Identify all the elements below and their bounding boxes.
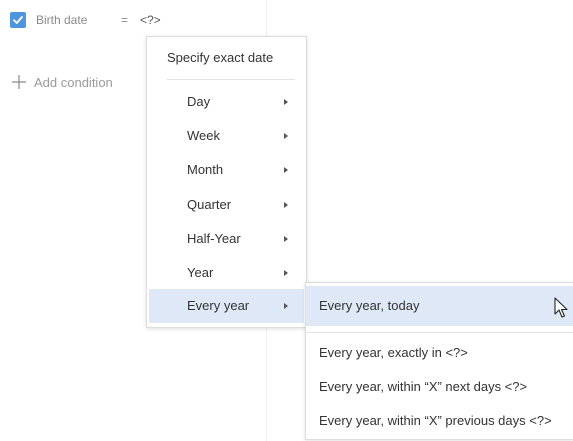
submenu-item-every-year-today[interactable]: Every year, today [306,286,573,326]
mouse-pointer-icon [554,297,568,318]
condition-row: Birth date = <?> [0,12,260,30]
chevron-right-icon [284,202,288,208]
menu-item-label: Month [187,162,224,177]
add-condition-button[interactable]: Add condition [10,73,150,93]
chevron-right-icon [284,99,288,105]
plus-icon [12,75,26,89]
condition-operator[interactable]: = [121,13,128,27]
submenu-item-every-year-previous-days[interactable]: Every year, within “X” previous days <?> [306,404,573,438]
menu-item-specify-exact-date[interactable]: Specify exact date [147,37,306,78]
chevron-right-icon [284,236,288,242]
menu-item-day[interactable]: Day [149,85,304,119]
menu-item-label: Half-Year [187,231,241,246]
menu-item-label: Week [187,128,220,143]
chevron-right-icon [284,270,288,276]
menu-item-year[interactable]: Year [149,256,304,290]
submenu-item-every-year-next-days[interactable]: Every year, within “X” next days <?> [306,370,573,404]
menu-item-half-year[interactable]: Half-Year [149,222,304,256]
chevron-right-icon [284,167,288,173]
menu-item-label: Every year [187,298,250,313]
submenu-separator [306,332,573,333]
menu-item-quarter[interactable]: Quarter [149,188,304,222]
checkmark-icon [13,16,23,24]
menu-item-label: Day [187,94,211,109]
menu-item-week[interactable]: Week [149,119,304,153]
menu-item-label: Year [187,265,214,280]
add-condition-label: Add condition [34,75,113,90]
condition-value[interactable]: <?> [140,13,161,27]
chevron-right-icon [284,133,288,139]
menu-separator [167,79,295,80]
condition-field-label[interactable]: Birth date [36,13,87,27]
menu-item-label: Quarter [187,197,232,212]
menu-item-every-year[interactable]: Every year [149,289,304,323]
date-macro-menu: Specify exact date Day Week Month Quarte… [146,36,307,328]
chevron-right-icon [284,303,288,309]
condition-checkbox[interactable] [10,12,26,28]
every-year-submenu: Every year, today Every year, exactly in… [305,282,573,440]
menu-item-month[interactable]: Month [149,153,304,187]
submenu-item-every-year-exactly-in[interactable]: Every year, exactly in <?> [306,336,573,370]
